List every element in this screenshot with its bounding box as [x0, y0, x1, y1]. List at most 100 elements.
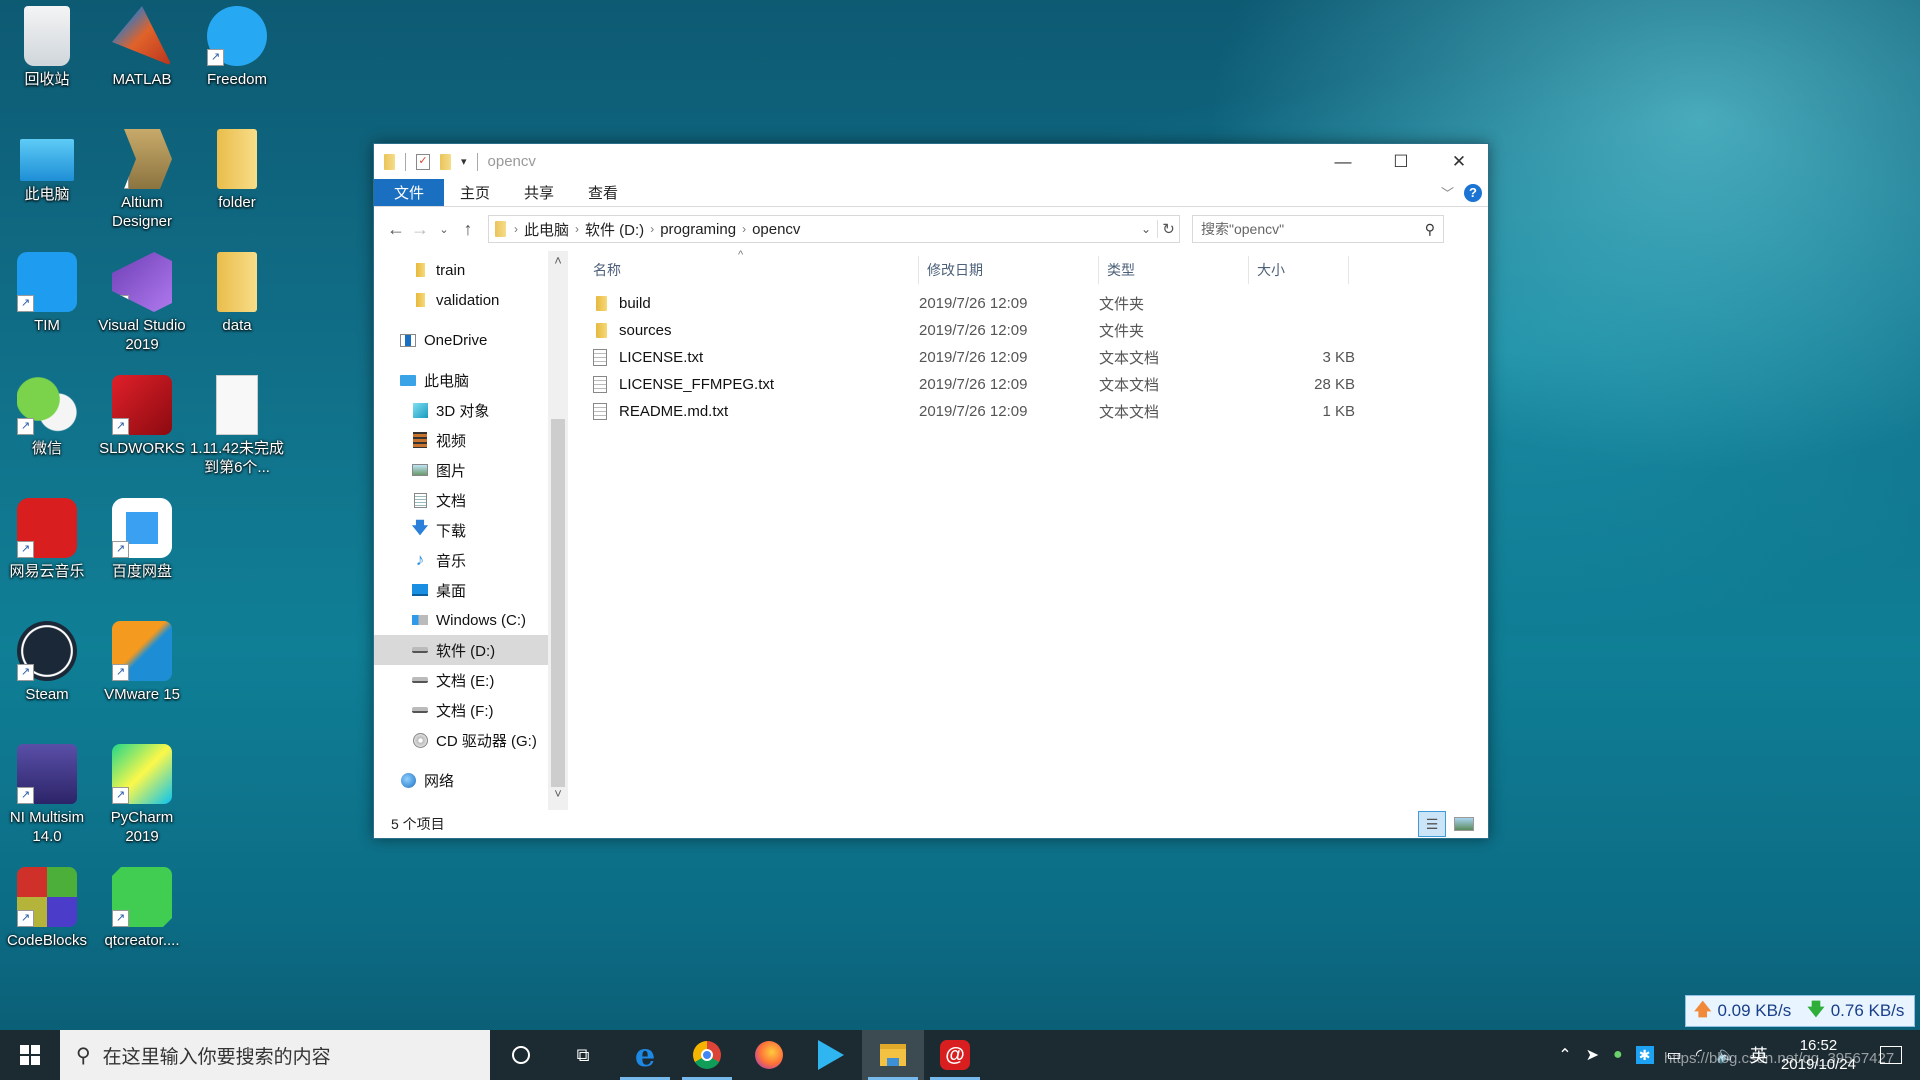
show-hidden-icons-button[interactable]: ⌃ — [1558, 1045, 1571, 1065]
file-row[interactable]: sources 2019/7/26 12:09 文件夹 — [568, 317, 1488, 344]
maximize-button[interactable]: ☐ — [1372, 144, 1430, 179]
nav-item[interactable]: Windows (C:) — [374, 605, 548, 635]
taskbar-chrome[interactable] — [676, 1030, 738, 1080]
desktop-icon[interactable]: data — [190, 252, 284, 335]
new-folder-icon[interactable] — [440, 153, 451, 170]
breadcrumb-opencv[interactable]: opencv — [752, 221, 800, 238]
action-center-icon[interactable] — [1880, 1046, 1902, 1064]
tab-share[interactable]: 共享 — [507, 179, 571, 206]
taskbar-edge[interactable]: e — [614, 1030, 676, 1080]
clock[interactable]: 16:52 2019/10/24 — [1781, 1036, 1856, 1074]
desktop-icon[interactable]: 回收站 — [0, 6, 94, 89]
nav-item[interactable]: 视频 — [374, 425, 548, 455]
search-input[interactable]: 搜索"opencv" ⚲ — [1192, 215, 1444, 243]
task-view-button[interactable]: ⧉ — [552, 1030, 614, 1080]
address-dropdown-icon[interactable]: ⌄ — [1135, 222, 1157, 236]
taskbar-tencent-video[interactable] — [800, 1030, 862, 1080]
nav-item[interactable]: validation — [374, 285, 548, 315]
file-row[interactable]: LICENSE_FFMPEG.txt 2019/7/26 12:09 文本文档 28 … — [568, 371, 1488, 398]
tab-file[interactable]: 文件 — [374, 179, 444, 206]
nav-item[interactable]: 文档 (F:) — [374, 695, 548, 725]
large-icons-view-button[interactable] — [1450, 811, 1478, 837]
desktop-icon[interactable]: ↗ qtcreator.... — [95, 867, 189, 950]
column-size[interactable]: 大小 — [1249, 255, 1349, 284]
address-bar[interactable]: › 此电脑 › 软件 (D:) › programing › opencv ⌄ … — [488, 215, 1180, 243]
recent-locations-button[interactable]: ⌄ — [432, 223, 456, 236]
chevron-right-icon[interactable]: › — [650, 222, 654, 236]
taskbar-netease-music[interactable]: @ — [924, 1030, 986, 1080]
help-icon[interactable]: ? — [1464, 183, 1482, 202]
wifi-icon[interactable]: ◜ — [1696, 1045, 1702, 1065]
desktop-icon[interactable]: ↗ TIM — [0, 252, 94, 335]
chevron-right-icon[interactable]: › — [514, 222, 518, 236]
desktop-icon[interactable]: 1.11.42未完成到第6个... — [190, 375, 284, 477]
column-date-modified[interactable]: 修改日期 — [919, 255, 1099, 284]
breadcrumb-this-pc[interactable]: 此电脑 — [524, 219, 569, 240]
taskbar-file-explorer[interactable] — [862, 1030, 924, 1080]
expand-ribbon-icon[interactable]: ﹀ — [1441, 183, 1454, 202]
nav-item[interactable]: 桌面 — [374, 575, 548, 605]
breadcrumb-programing[interactable]: programing — [660, 221, 736, 238]
file-row[interactable]: build 2019/7/26 12:09 文件夹 — [568, 290, 1488, 317]
nav-item[interactable]: 🡇 下载 — [374, 515, 548, 545]
desktop-icon[interactable]: folder — [190, 129, 284, 212]
nav-item[interactable]: train — [374, 255, 548, 285]
nav-item[interactable]: OneDrive — [374, 325, 548, 355]
minimize-button[interactable]: — — [1314, 144, 1372, 179]
taskbar-search-input[interactable]: ⚲ 在这里输入你要搜索的内容 — [60, 1030, 490, 1080]
volume-icon[interactable]: 🔈 — [1716, 1045, 1736, 1065]
chevron-right-icon[interactable]: › — [575, 222, 579, 236]
desktop-icon[interactable]: ↗ Visual Studio 2019 — [95, 252, 189, 354]
desktop-icon[interactable]: 此电脑 — [0, 129, 94, 204]
battery-icon[interactable]: ▭ — [1667, 1045, 1682, 1065]
details-view-button[interactable]: ☰ — [1418, 811, 1446, 837]
file-row[interactable]: LICENSE.txt 2019/7/26 12:09 文本文档 3 KB — [568, 344, 1488, 371]
desktop-icon[interactable]: ↗ VMware 15 — [95, 621, 189, 704]
scroll-down-icon[interactable]: ˅ — [548, 786, 568, 806]
desktop-icon[interactable]: ↗ Steam — [0, 621, 94, 704]
refresh-icon[interactable]: ↻ — [1157, 220, 1179, 238]
column-name[interactable]: 名称 — [593, 255, 919, 284]
nav-item[interactable]: 文档 (E:) — [374, 665, 548, 695]
desktop-icon[interactable]: ↗ 百度网盘 — [95, 498, 189, 581]
nav-scrollbar[interactable]: ˄ ˅ — [548, 251, 568, 810]
desktop-icon[interactable]: ↗ 网易云音乐 — [0, 498, 94, 581]
desktop-icon[interactable]: ↗ SLDWORKS — [95, 375, 189, 458]
start-button[interactable] — [0, 1030, 60, 1080]
scroll-thumb[interactable] — [551, 419, 565, 787]
desktop-icon[interactable]: ↗ CodeBlocks — [0, 867, 94, 950]
nav-item[interactable]: 3D 对象 — [374, 395, 548, 425]
up-button[interactable]: ↑ — [456, 219, 480, 240]
desktop-icon[interactable]: ↗ Altium Designer — [95, 129, 189, 231]
nav-item[interactable]: 文档 — [374, 485, 548, 515]
tab-home[interactable]: 主页 — [444, 179, 507, 206]
nav-item[interactable]: 软件 (D:) — [374, 635, 548, 665]
nav-item[interactable]: 网络 — [374, 765, 548, 795]
nav-item[interactable]: 此电脑 — [374, 365, 548, 395]
customize-quick-access-icon[interactable]: ▾ — [461, 155, 467, 168]
nav-item[interactable]: CD 驱动器 (G:) — [374, 725, 548, 755]
network-speed-widget[interactable]: 🡅 0.09 KB/s 🡇 0.76 KB/s — [1685, 995, 1915, 1027]
close-button[interactable]: ✕ — [1430, 144, 1488, 179]
desktop-icon[interactable]: ↗ Freedom — [190, 6, 284, 89]
nav-item[interactable]: ♪ 音乐 — [374, 545, 548, 575]
column-type[interactable]: 类型 — [1099, 255, 1249, 284]
properties-icon[interactable]: ✓ — [416, 153, 430, 170]
title-bar[interactable]: ✓ ▾ opencv — ☐ ✕ — [374, 144, 1488, 179]
taskbar-firefox[interactable] — [738, 1030, 800, 1080]
ime-indicator[interactable]: 英 — [1750, 1042, 1768, 1068]
file-row[interactable]: README.md.txt 2019/7/26 12:09 文本文档 1 KB — [568, 398, 1488, 425]
feishu-tray-icon[interactable]: ➤ — [1586, 1045, 1599, 1065]
nav-item[interactable]: 图片 — [374, 455, 548, 485]
forward-button[interactable]: → — [408, 219, 432, 240]
desktop-icon[interactable]: ↗ NI Multisim 14.0 — [0, 744, 94, 846]
wechat-tray-icon[interactable]: ● — [1613, 1046, 1623, 1064]
desktop-icon[interactable]: ↗ 微信 — [0, 375, 94, 458]
desktop-icon[interactable]: ↗ MATLAB — [95, 6, 189, 89]
back-button[interactable]: ← — [384, 219, 408, 240]
cortana-button[interactable] — [490, 1030, 552, 1080]
chevron-right-icon[interactable]: › — [742, 222, 746, 236]
tim-tray-icon[interactable]: ✱ — [1635, 1046, 1654, 1064]
search-icon[interactable]: ⚲ — [1425, 221, 1435, 238]
breadcrumb-drive-d[interactable]: 软件 (D:) — [585, 219, 644, 240]
